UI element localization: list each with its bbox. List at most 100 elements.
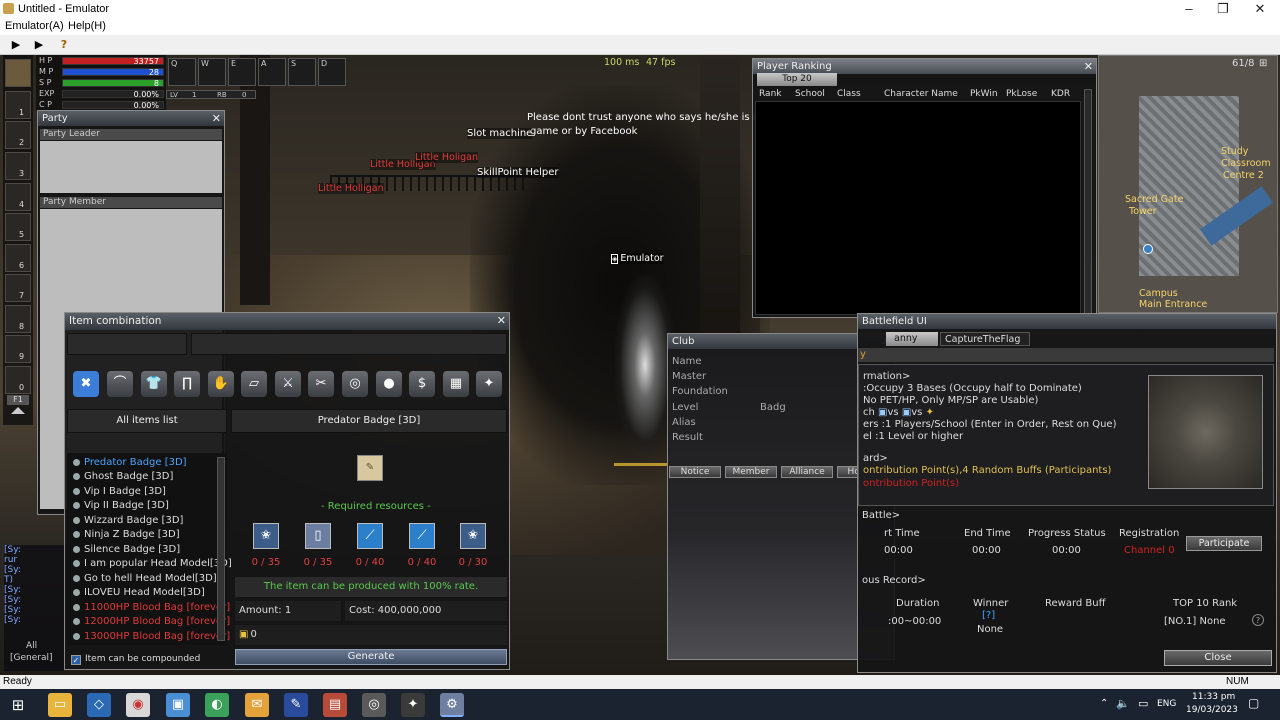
category-shirt-icon[interactable]: 👕: [141, 371, 167, 397]
app-icon[interactable]: ▣: [166, 693, 190, 717]
volume-icon[interactable]: 🔈: [1116, 697, 1130, 710]
clock-date[interactable]: 19/03/2023: [1186, 705, 1238, 715]
chat-tab-all[interactable]: All: [26, 641, 37, 651]
category-glove-icon[interactable]: ✋: [208, 371, 234, 397]
language-indicator[interactable]: ENG: [1157, 699, 1176, 709]
maximize-button[interactable]: ❐: [1206, 0, 1240, 18]
ranking-table[interactable]: [755, 101, 1081, 315]
player-character[interactable]: [615, 275, 675, 455]
skill-slot[interactable]: 6: [5, 244, 31, 272]
skill-slot[interactable]: 4: [5, 183, 31, 211]
game-icon[interactable]: ✦: [401, 693, 425, 717]
list-item[interactable]: Ghost Badge [3D]: [73, 471, 173, 485]
close-icon[interactable]: ✕: [1084, 59, 1093, 74]
list-item[interactable]: Predator Badge [3D]: [73, 457, 187, 471]
ranking-scrollbar[interactable]: [1084, 89, 1092, 315]
tab-member[interactable]: Member: [725, 466, 777, 478]
help-icon[interactable]: ?: [56, 37, 72, 53]
app-icon[interactable]: ▤: [323, 693, 347, 717]
list-item[interactable]: Go to hell Head Model[3D]: [73, 573, 217, 587]
file-explorer-icon[interactable]: ▭: [48, 693, 72, 717]
help-icon[interactable]: ?: [1252, 614, 1264, 626]
tab-tyranny[interactable]: anny: [886, 332, 938, 346]
skill-slot[interactable]: [5, 59, 31, 87]
skill-slot[interactable]: 1: [5, 91, 31, 119]
menu-help[interactable]: Help(H): [68, 20, 106, 32]
tab-top20[interactable]: Top 20: [757, 73, 837, 86]
skill-slot[interactable]: 9: [5, 335, 31, 363]
search-field[interactable]: [67, 333, 187, 355]
app-icon[interactable]: ◐: [205, 693, 229, 717]
tab-capture-the-flag[interactable]: CaptureTheFlag: [940, 332, 1030, 346]
tab-notice[interactable]: Notice: [669, 466, 721, 478]
close-icon[interactable]: ✕: [212, 111, 221, 126]
category-hat-icon[interactable]: ⌒: [107, 371, 133, 397]
minimap-expand-icon[interactable]: ⊞: [1259, 58, 1267, 69]
windows-start-icon[interactable]: ⊞: [6, 693, 30, 717]
close-button[interactable]: Close: [1164, 650, 1272, 666]
generate-button[interactable]: Generate: [235, 649, 507, 665]
player-name[interactable]: Little Holligan: [318, 183, 384, 194]
player-name[interactable]: Little Holigan: [415, 152, 478, 163]
compound-checkbox[interactable]: ✓: [71, 655, 81, 665]
skill-slot[interactable]: 7: [5, 274, 31, 302]
list-item[interactable]: Wizzard Badge [3D]: [73, 515, 183, 529]
quick-slot[interactable]: Q: [168, 58, 196, 86]
skill-slot[interactable]: 8: [5, 305, 31, 333]
quick-slot[interactable]: A: [258, 58, 286, 86]
category-food-icon[interactable]: ◎: [342, 371, 368, 397]
app-icon[interactable]: ✉: [245, 693, 269, 717]
play-icon[interactable]: ▶: [8, 37, 24, 53]
category-scissors-icon[interactable]: ✂: [308, 371, 334, 397]
quick-slot[interactable]: W: [198, 58, 226, 86]
app-icon[interactable]: ✎: [284, 693, 308, 717]
chat-channel[interactable]: [General]: [10, 653, 53, 663]
party-leader-slot[interactable]: [40, 141, 222, 193]
amount-field[interactable]: Amount: 1: [235, 601, 341, 621]
app-icon[interactable]: ◎: [362, 693, 386, 717]
list-item[interactable]: I am popular Head Model[3D]: [73, 558, 232, 572]
list-item[interactable]: ILOVEU Head Model[3D]: [73, 587, 205, 601]
list-scrollbar[interactable]: [217, 457, 225, 641]
minimize-button[interactable]: ‒: [1172, 0, 1206, 18]
category-weapon-icon[interactable]: ⚔: [275, 371, 301, 397]
skill-slot[interactable]: 0: [5, 366, 31, 394]
minimap[interactable]: 61/8 ⊞ Study Classroom Centre 2 Sacred G…: [1098, 55, 1278, 313]
list-item[interactable]: Vip I Badge [3D]: [73, 486, 166, 500]
menu-emulator[interactable]: Emulator(A): [5, 20, 64, 32]
clock-time[interactable]: 11:33 pm: [1192, 692, 1235, 702]
quick-slot[interactable]: D: [318, 58, 346, 86]
list-item[interactable]: 12000HP Blood Bag [forever]: [73, 616, 230, 630]
category-shoe-icon[interactable]: ▱: [241, 371, 267, 397]
chat-panel[interactable]: [Sy: rur [Sy: T) [Sy: [Sy: [Sy: [Sy: All…: [4, 545, 64, 671]
skill-slot[interactable]: 2: [5, 121, 31, 149]
list-item[interactable]: Vip II Badge [3D]: [73, 500, 169, 514]
close-icon[interactable]: ✕: [497, 313, 506, 328]
list-item[interactable]: Ninja Z Badge [3D]: [73, 529, 180, 543]
npc-skillpoint-helper[interactable]: SkillPoint Helper: [477, 167, 559, 178]
chrome-icon[interactable]: ◉: [126, 693, 150, 717]
tab-alliance[interactable]: Alliance: [781, 466, 833, 478]
skill-slot[interactable]: 5: [5, 213, 31, 241]
close-button[interactable]: ✕: [1243, 0, 1277, 18]
filter-field[interactable]: [191, 333, 507, 355]
npc-slot-machine[interactable]: Slot machine: [467, 128, 533, 139]
category-potion-icon[interactable]: ●: [376, 371, 402, 397]
step-icon[interactable]: ▶: [31, 37, 47, 53]
network-icon[interactable]: ▭: [1138, 697, 1148, 710]
category-gift-icon[interactable]: ▦: [443, 371, 469, 397]
list-item[interactable]: 13000HP Blood Bag [forever]: [73, 631, 230, 645]
quick-slot[interactable]: S: [288, 58, 316, 86]
vscode-icon[interactable]: ◇: [87, 693, 111, 717]
category-pants-icon[interactable]: ∏: [174, 371, 200, 397]
hotbar-up-icon[interactable]: [11, 407, 25, 414]
skill-slot[interactable]: 3: [5, 152, 31, 180]
participate-button[interactable]: Participate: [1186, 536, 1262, 551]
notification-icon[interactable]: ▢: [1248, 696, 1259, 710]
category-bag-icon[interactable]: $: [409, 371, 435, 397]
emulator-icon[interactable]: ⚙: [440, 693, 464, 717]
quick-slot[interactable]: E: [228, 58, 256, 86]
item-list[interactable]: Predator Badge [3D] Ghost Badge [3D] Vip…: [67, 453, 232, 645]
hotbar-page[interactable]: F1: [7, 395, 29, 405]
list-item[interactable]: Silence Badge [3D]: [73, 544, 180, 558]
